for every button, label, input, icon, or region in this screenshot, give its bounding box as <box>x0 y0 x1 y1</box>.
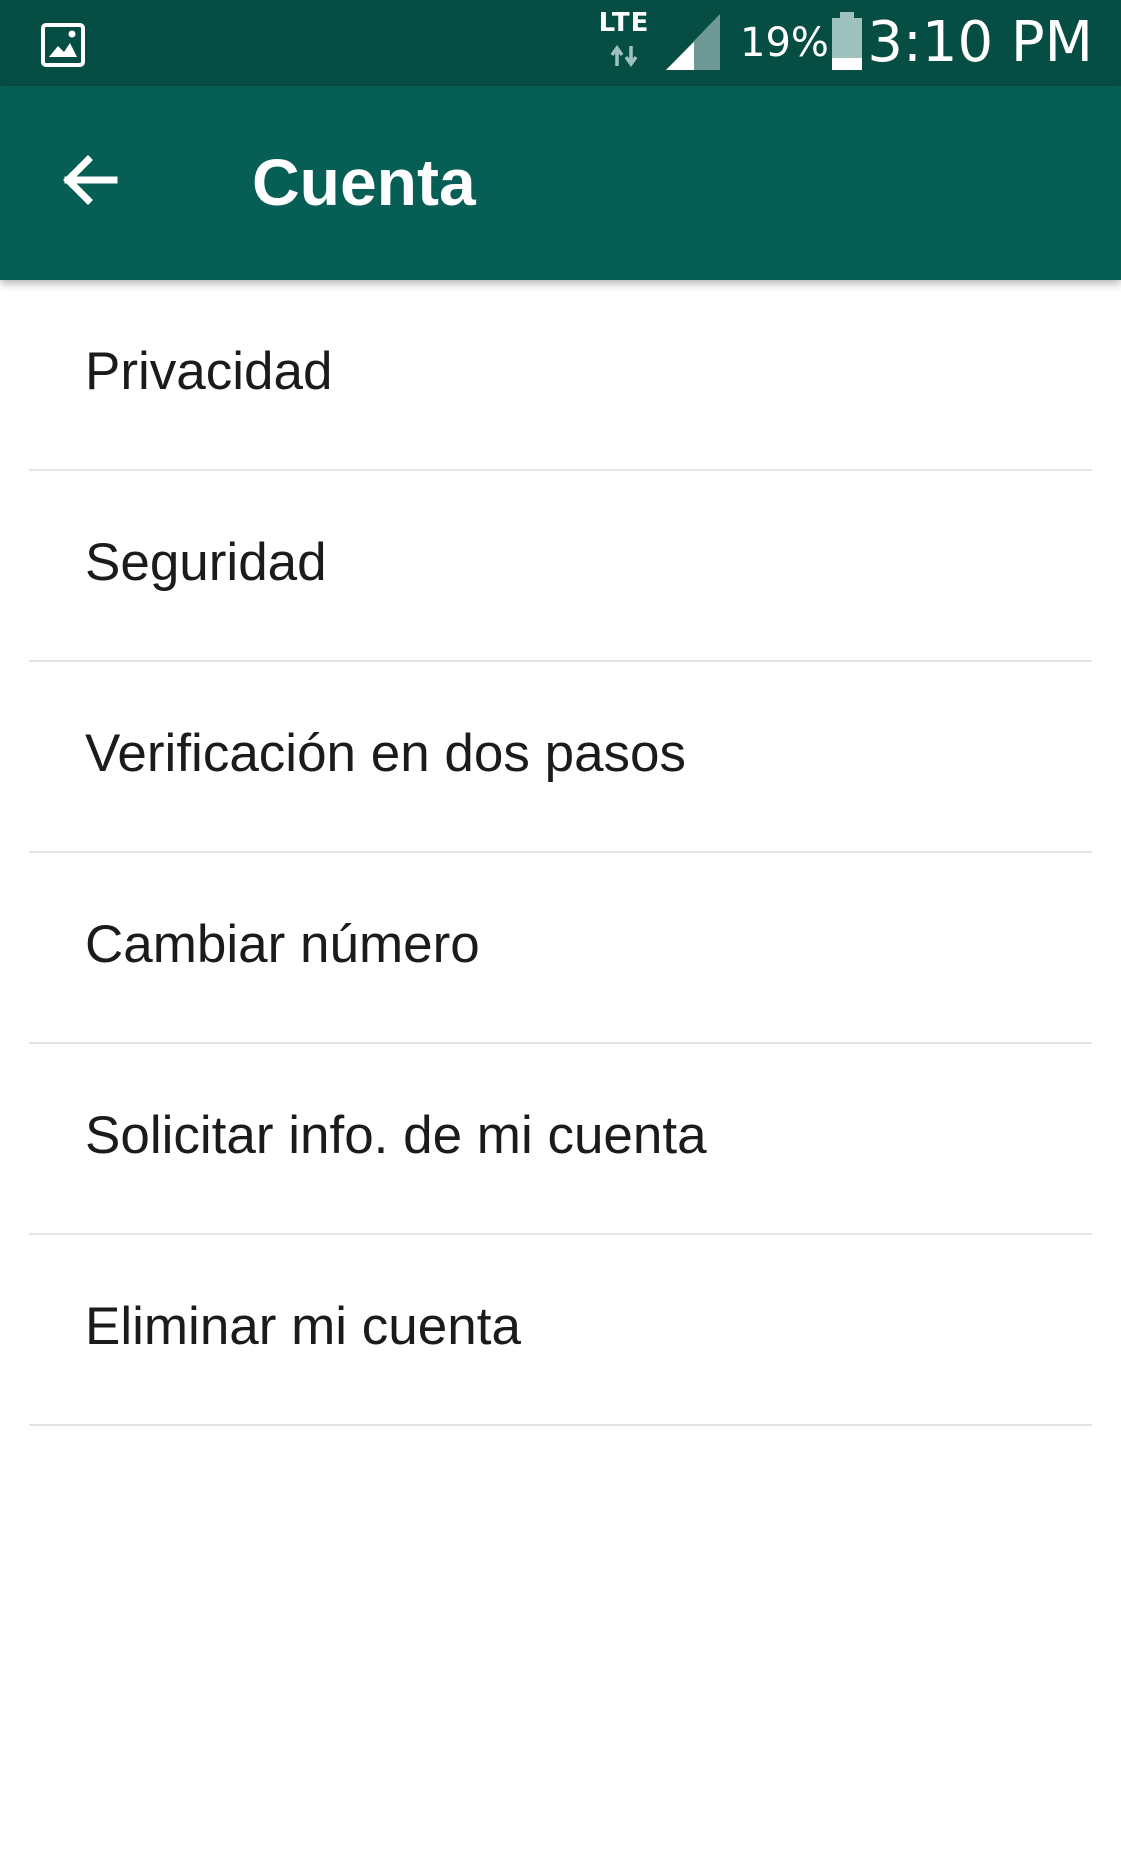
network-type-label: LTE <box>598 8 650 38</box>
signal-icon <box>664 12 722 72</box>
settings-item-change-number[interactable]: Cambiar número <box>0 853 1121 1044</box>
status-bar: LTE 19% 3:10 PM <box>0 0 1121 86</box>
settings-item-label: Privacidad <box>85 342 333 401</box>
settings-item-two-step-verification[interactable]: Verificación en dos pasos <box>0 662 1121 853</box>
arrow-left-icon <box>58 148 122 217</box>
settings-item-label: Cambiar número <box>85 915 480 974</box>
network-indicator: LTE <box>592 8 656 72</box>
data-arrows-icon <box>608 44 640 68</box>
battery-icon <box>829 10 865 72</box>
settings-item-privacidad[interactable]: Privacidad <box>0 280 1121 471</box>
settings-item-label: Seguridad <box>85 533 327 592</box>
account-settings-list: Privacidad Seguridad Verificación en dos… <box>0 280 1121 1426</box>
page-title: Cuenta <box>252 145 476 219</box>
settings-item-label: Eliminar mi cuenta <box>85 1297 521 1356</box>
settings-item-label: Solicitar info. de mi cuenta <box>85 1106 707 1165</box>
settings-item-seguridad[interactable]: Seguridad <box>0 471 1121 662</box>
battery-percent: 19% <box>740 20 829 66</box>
status-time: 3:10 PM <box>867 10 1093 75</box>
back-button[interactable] <box>40 132 140 232</box>
app-bar: Cuenta <box>0 86 1121 280</box>
settings-item-request-account-info[interactable]: Solicitar info. de mi cuenta <box>0 1044 1121 1235</box>
settings-item-delete-account[interactable]: Eliminar mi cuenta <box>0 1235 1121 1426</box>
gallery-icon <box>40 22 86 68</box>
settings-item-label: Verificación en dos pasos <box>85 724 687 783</box>
